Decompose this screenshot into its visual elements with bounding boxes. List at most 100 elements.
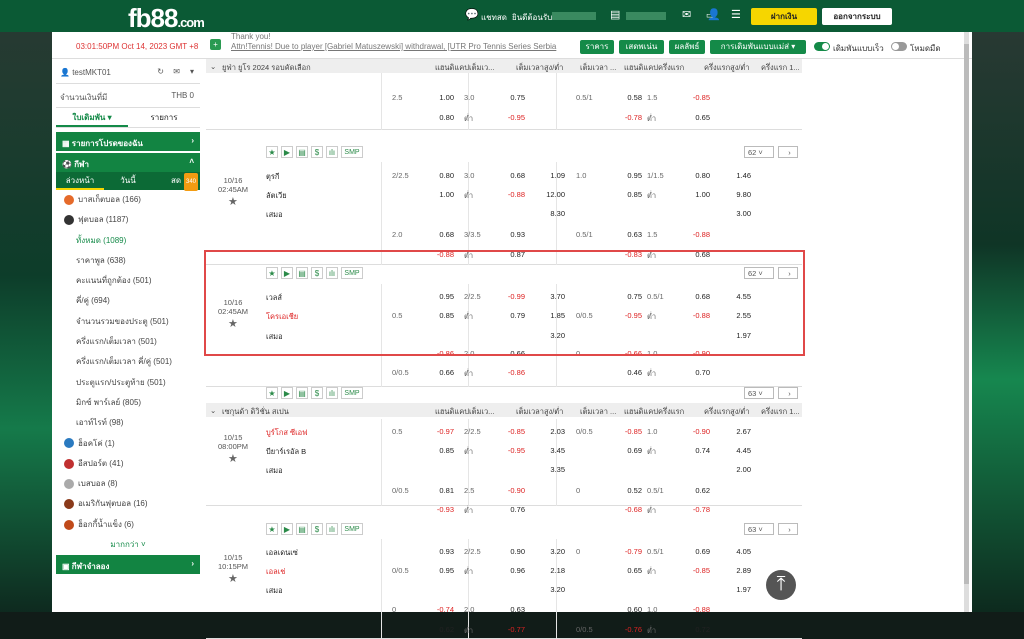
odds-value[interactable]: 0.69 bbox=[614, 446, 642, 455]
odds-value[interactable]: 0.93 bbox=[426, 547, 454, 556]
refresh-icon[interactable]: + bbox=[210, 39, 221, 50]
star-icon[interactable]: ★ bbox=[228, 195, 238, 208]
odds-value[interactable]: 3.00 bbox=[723, 209, 751, 218]
play-icon[interactable]: ▶ bbox=[281, 387, 293, 399]
league-header[interactable]: ⌄ เซกุนด้า ดิวิชั่น สเปน แฮนดิแคปเต็มเว...… bbox=[206, 403, 802, 417]
odds-value[interactable]: 0.70 bbox=[682, 368, 710, 377]
sports-header[interactable]: ⚽ กีฬา ˄ bbox=[56, 153, 200, 172]
more-markets-select[interactable]: 63 ˅ bbox=[744, 523, 774, 535]
message-icon[interactable]: ✉ bbox=[682, 8, 691, 21]
odds-value[interactable]: 0.69 bbox=[682, 547, 710, 556]
odds-value[interactable]: -0.90 bbox=[682, 427, 710, 436]
odds-value[interactable]: -0.76 bbox=[614, 625, 642, 634]
favorite-icon[interactable]: ★ bbox=[266, 387, 278, 399]
odds-value[interactable]: 0.60 bbox=[614, 605, 642, 614]
chart-icon[interactable]: ılı bbox=[326, 523, 338, 535]
tab-today[interactable]: วันนี้ bbox=[104, 172, 152, 190]
odds-value[interactable]: -0.74 bbox=[426, 605, 454, 614]
odds-value[interactable]: -0.88 bbox=[497, 190, 525, 199]
odds-value[interactable]: 2.03 bbox=[537, 427, 565, 436]
team-name[interactable]: บียาร์เรอัล B bbox=[266, 446, 306, 458]
odds-value[interactable]: 0.76 bbox=[497, 505, 525, 514]
tab-live[interactable]: สด 340 bbox=[152, 172, 200, 191]
collapse-icon[interactable]: ⌄ bbox=[210, 62, 216, 71]
team-name[interactable]: เสมอ bbox=[266, 209, 283, 221]
odds-value[interactable]: -0.85 bbox=[497, 427, 525, 436]
odds-value[interactable]: 9.80 bbox=[723, 190, 751, 199]
odds-value[interactable]: -0.97 bbox=[426, 427, 454, 436]
odds-value[interactable]: -0.85 bbox=[614, 427, 642, 436]
odds-value[interactable]: -0.95 bbox=[497, 113, 525, 122]
odds-value[interactable]: 0.90 bbox=[497, 547, 525, 556]
odds-value[interactable]: 0.81 bbox=[426, 486, 454, 495]
odds-value[interactable]: 3.35 bbox=[537, 465, 565, 474]
next-arrow-icon[interactable]: › bbox=[778, 523, 798, 535]
odds-value[interactable]: -0.77 bbox=[497, 625, 525, 634]
sport-item-esports[interactable]: อีสปอร์ต (41) bbox=[56, 454, 200, 474]
odds-value[interactable]: 3.20 bbox=[537, 547, 565, 556]
odds-value[interactable]: 0.95 bbox=[426, 566, 454, 575]
soccer-sub-ht-ft-odd-even[interactable]: ครึ่งแรก/เต็มเวลา คี่/คู่ (501) bbox=[56, 352, 200, 372]
odds-value[interactable]: 2.18 bbox=[537, 566, 565, 575]
odds-value[interactable]: 0.80 bbox=[682, 171, 710, 180]
odds-value[interactable]: 0.85 bbox=[426, 446, 454, 455]
stats-icon[interactable]: ▤ bbox=[296, 146, 308, 158]
dark-mode-toggle[interactable] bbox=[891, 42, 907, 51]
deposit-button[interactable]: ฝากเงิน bbox=[751, 8, 817, 25]
smp-button[interactable]: SMP bbox=[341, 387, 363, 399]
odds-value[interactable]: 0.52 bbox=[614, 486, 642, 495]
odds-value[interactable]: -0.85 bbox=[682, 93, 710, 102]
chart-icon[interactable]: ılı bbox=[326, 146, 338, 158]
odds-value[interactable]: 0.65 bbox=[682, 113, 710, 122]
odds-value[interactable]: 3.20 bbox=[537, 585, 565, 594]
odds-value[interactable]: 4.05 bbox=[723, 547, 751, 556]
mail-icon[interactable]: ✉ bbox=[173, 67, 180, 76]
odds-value[interactable]: -0.68 bbox=[614, 505, 642, 514]
odds-value[interactable]: -0.78 bbox=[682, 505, 710, 514]
announcement-ticker[interactable]: Thank you! Attn!Tennis! Due to player [G… bbox=[231, 32, 571, 59]
odds-value[interactable]: -0.78 bbox=[614, 113, 642, 122]
sport-item-american-football[interactable]: อเมริกันฟุตบอล (16) bbox=[56, 494, 200, 514]
play-icon[interactable]: ▶ bbox=[281, 523, 293, 535]
odds-value[interactable]: -0.88 bbox=[682, 605, 710, 614]
stats-icon[interactable]: ▤ bbox=[296, 387, 308, 399]
odds-value[interactable]: -0.85 bbox=[682, 566, 710, 575]
cashout-icon[interactable]: $ bbox=[311, 387, 323, 399]
bet-type-dropdown[interactable]: การเดิมพันแบบแม่ส่ ▾ bbox=[710, 40, 806, 54]
soccer-sub-mix-parlay[interactable]: มิกซ์ พาร์เลย์ (805) bbox=[56, 393, 200, 413]
tab-early[interactable]: ล่วงหน้า bbox=[56, 172, 104, 190]
odds-value[interactable]: 0.75 bbox=[497, 93, 525, 102]
more-markets-select[interactable]: 62 ˅ bbox=[744, 146, 774, 158]
odds-value[interactable]: 1.46 bbox=[723, 171, 751, 180]
star-icon[interactable]: ★ bbox=[228, 572, 238, 585]
results-button[interactable]: ผลลัพธ์ bbox=[669, 40, 705, 54]
odds-value[interactable]: 0.46 bbox=[614, 368, 642, 377]
odds-value[interactable]: 1.09 bbox=[537, 171, 565, 180]
odds-value[interactable]: 0.80 bbox=[426, 113, 454, 122]
soccer-sub-odd-even[interactable]: คี่/คู่ (694) bbox=[56, 291, 200, 311]
favorite-icon[interactable]: ★ bbox=[266, 523, 278, 535]
cashout-icon[interactable]: $ bbox=[311, 146, 323, 158]
odds-value[interactable]: 0.80 bbox=[426, 171, 454, 180]
tab-betslip[interactable]: ใบเดิมพัน ▾ bbox=[56, 108, 128, 127]
team-name[interactable]: เสมอ bbox=[266, 465, 283, 477]
soccer-sub-total-goals[interactable]: จำนวนรวมของประตู (501) bbox=[56, 312, 200, 332]
show-more-link[interactable]: มากกว่า ˅ bbox=[56, 535, 200, 555]
odds-value[interactable]: 0.68 bbox=[497, 171, 525, 180]
odds-value[interactable]: 8.30 bbox=[537, 209, 565, 218]
odds-value[interactable]: -0.88 bbox=[682, 230, 710, 239]
sport-item-ice-hockey[interactable]: ฮ็อกกี้น้ำแข็ง (6) bbox=[56, 515, 200, 535]
odds-value[interactable]: 0.66 bbox=[426, 368, 454, 377]
team-name[interactable]: เอลเดนเซ่ bbox=[266, 547, 298, 559]
odds-value[interactable]: 1.00 bbox=[426, 93, 454, 102]
smp-button[interactable]: SMP bbox=[341, 523, 363, 535]
logout-button[interactable]: ออกจากระบบ bbox=[822, 8, 892, 25]
odds-value[interactable]: 2.67 bbox=[723, 427, 751, 436]
profile-icon[interactable]: 👤 bbox=[707, 8, 721, 21]
soccer-sub-ht-ft[interactable]: ครึ่งแรก/เต็มเวลา (501) bbox=[56, 332, 200, 352]
odds-value[interactable]: 1.00 bbox=[426, 190, 454, 199]
odds-value[interactable]: 1.97 bbox=[723, 585, 751, 594]
star-icon[interactable]: ★ bbox=[228, 452, 238, 465]
team-name[interactable]: ตุรกี bbox=[266, 171, 279, 183]
odds-value[interactable]: 4.45 bbox=[723, 446, 751, 455]
